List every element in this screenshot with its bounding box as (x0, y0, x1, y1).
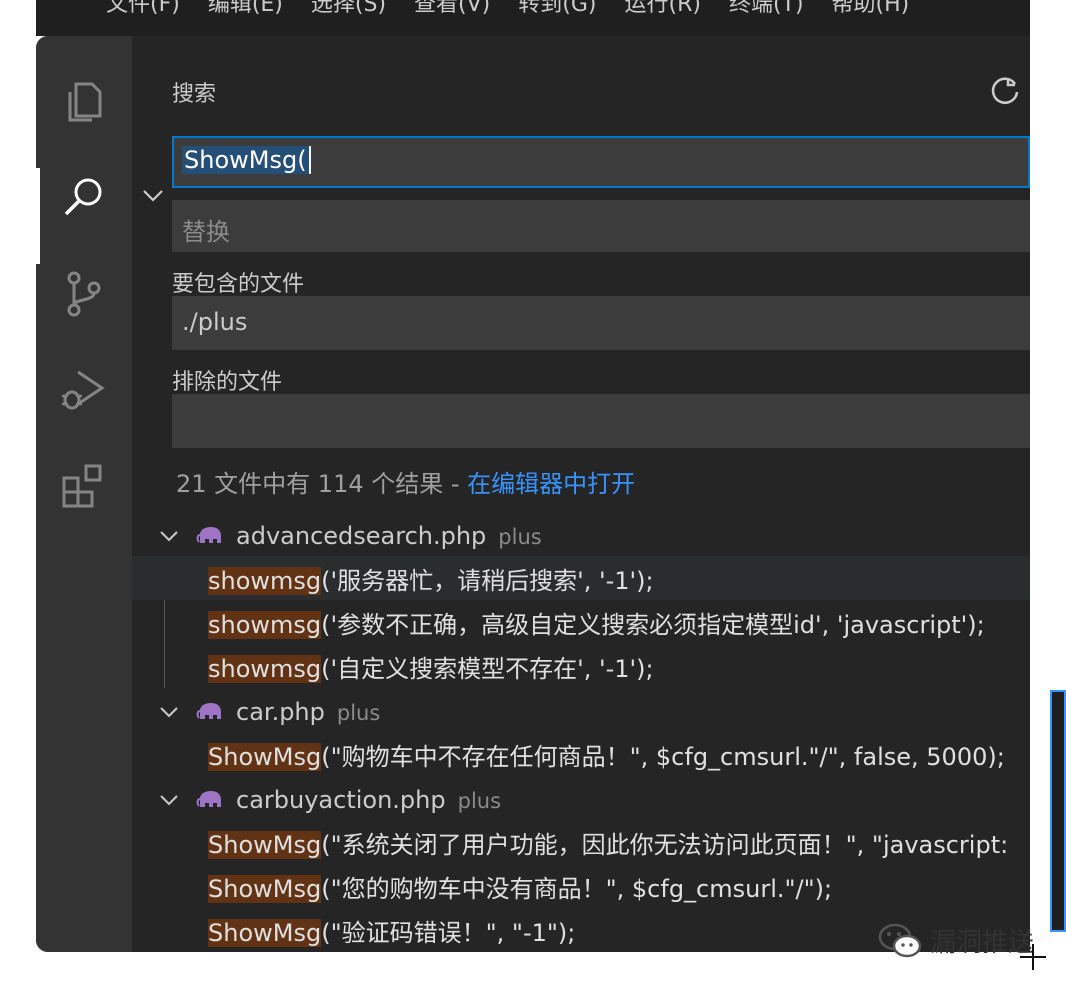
extensions-icon (62, 464, 102, 508)
menu-item[interactable]: 查看(V) (414, 0, 490, 18)
match-hit: ShowMsg (208, 742, 322, 771)
exclude-files-label: 排除的文件 (172, 370, 283, 395)
chevron-down-icon[interactable] (158, 789, 180, 811)
match-rest: ("购物车中不存在任何商品！", $cfg_cmsurl."/", false,… (321, 742, 1005, 771)
menu-item[interactable]: 编辑(E) (208, 0, 283, 18)
match-row[interactable]: showmsg('服务器忙，请稍后搜索', '-1'); (132, 556, 1030, 600)
menubar-peek: 文件(F) 编辑(E) 选择(S) 查看(V) 转到(G) 运行(R) 终端(T… (36, 0, 1030, 36)
match-row[interactable]: ShowMsg("购物车中不存在任何商品！", $cfg_cmsurl."/",… (132, 732, 1030, 776)
activity-explorer[interactable] (36, 54, 132, 150)
menu-item[interactable]: 文件(F) (106, 0, 180, 18)
match-hit: ShowMsg (208, 830, 322, 859)
search-input[interactable]: ShowMsg( (172, 136, 1030, 188)
replace-placeholder: 替换 (182, 218, 230, 246)
file-name: advancedsearch.php (236, 522, 487, 550)
run-debug-icon (62, 370, 105, 410)
vscode-window: 搜索 ShowMsg( 替换 要包含的文件 ./plus 排除的文件 21 文件… (36, 36, 1030, 952)
open-in-editor-link[interactable]: 在编辑器中打开 (467, 470, 635, 498)
watermark-text: 漏洞推送 (930, 928, 1035, 958)
file-row-carbuyaction[interactable]: carbuyaction.php plus (132, 780, 1030, 820)
match-rest: ("验证码错误！", "-1"); (321, 918, 576, 947)
menu-item[interactable]: 帮助(H) (832, 0, 910, 18)
results-summary: 21 文件中有 114 个结果 - 在编辑器中打开 (176, 464, 635, 499)
background-window-edge (1050, 690, 1066, 932)
panel-title: 搜索 (172, 82, 217, 107)
wechat-icon (878, 923, 922, 957)
exclude-files-input[interactable] (172, 394, 1030, 448)
file-row-advancedsearch[interactable]: advancedsearch.php plus (132, 516, 1030, 556)
include-files-value: ./plus (182, 308, 248, 336)
include-files-input[interactable]: ./plus (172, 296, 1030, 350)
replace-input[interactable]: 替换 (172, 200, 1030, 252)
activity-bar (36, 36, 132, 952)
file-dir: plus (336, 701, 381, 725)
crosshair-cursor-icon (1020, 944, 1046, 970)
include-files-label: 要包含的文件 (172, 272, 305, 297)
search-panel: 搜索 ShowMsg( 替换 要包含的文件 ./plus 排除的文件 21 文件… (132, 36, 1030, 952)
watermark: 漏洞推送 (878, 922, 1034, 959)
match-row[interactable]: ShowMsg("您的购物车中没有商品！", $cfg_cmsurl."/"); (132, 864, 1030, 908)
match-row[interactable]: showmsg('自定义搜索模型不存在', '-1'); (132, 644, 1030, 688)
match-hit: showmsg (208, 610, 322, 639)
explorer-icon (68, 82, 102, 122)
search-icon (64, 178, 102, 216)
match-hit: showmsg (208, 566, 322, 595)
activity-search[interactable] (36, 150, 132, 264)
file-name: carbuyaction.php (236, 786, 446, 814)
match-rest: ("系统关闭了用户功能，因此你无法访问此页面！", "javascript: (321, 830, 1009, 859)
toggle-replace-chevron-icon[interactable] (140, 182, 166, 208)
php-elephant-icon (196, 791, 221, 807)
source-control-icon (67, 271, 101, 317)
chevron-down-icon[interactable] (158, 701, 180, 723)
match-hit: ShowMsg (208, 918, 322, 947)
php-elephant-icon (196, 703, 221, 719)
chevron-down-icon[interactable] (158, 525, 180, 547)
match-rest: ("您的购物车中没有商品！", $cfg_cmsurl."/"); (321, 874, 833, 903)
menu-item[interactable]: 运行(R) (624, 0, 700, 18)
menu-item[interactable]: 终端(T) (729, 0, 804, 18)
match-hit: ShowMsg (208, 874, 322, 903)
match-rest: ('自定义搜索模型不存在', '-1'); (321, 654, 654, 683)
match-row[interactable]: ShowMsg("系统关闭了用户功能，因此你无法访问此页面！", "javasc… (132, 820, 1030, 864)
activity-source-control[interactable] (36, 246, 132, 342)
match-hit: showmsg (208, 654, 322, 683)
match-rest: ('参数不正确，高级自定义搜索必须指定模型id', 'javascript'); (321, 610, 985, 639)
file-name: car.php (236, 698, 325, 726)
results-count: 21 文件中有 114 个结果 - (176, 470, 468, 498)
activity-run-debug[interactable] (36, 342, 132, 438)
file-row-car[interactable]: car.php plus (132, 692, 1030, 732)
refresh-icon[interactable] (988, 74, 1022, 108)
file-dir: plus (457, 789, 502, 813)
match-rest: ('服务器忙，请稍后搜索', '-1'); (321, 566, 654, 595)
file-dir: plus (498, 525, 542, 549)
menu-item[interactable]: 转到(G) (518, 0, 596, 18)
php-elephant-icon (196, 527, 221, 543)
activity-extensions[interactable] (36, 438, 132, 534)
search-input-value: ShowMsg( (182, 146, 311, 174)
menu-item[interactable]: 选择(S) (311, 0, 386, 18)
match-row[interactable]: showmsg('参数不正确，高级自定义搜索必须指定模型id', 'javasc… (132, 600, 1030, 644)
